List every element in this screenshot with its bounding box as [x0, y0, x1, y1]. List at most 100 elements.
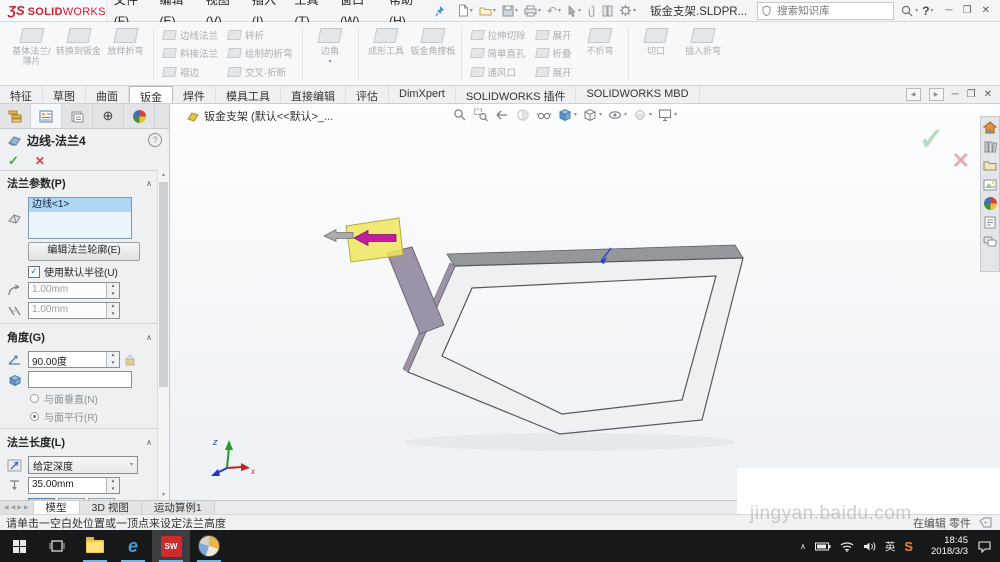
file-explorer-taskbar-button[interactable] [76, 530, 114, 562]
face-selection-field[interactable] [28, 371, 132, 388]
edge-taskbar-button[interactable]: e [114, 530, 152, 562]
tab-sketch[interactable]: 草图 [43, 86, 86, 103]
panel-scrollbar[interactable]: ▲ ▼ [157, 170, 169, 500]
custom-properties-icon[interactable] [983, 215, 998, 230]
tab-solidworks-addins[interactable]: SOLIDWORKS 插件 [456, 86, 577, 103]
ime-indicator[interactable]: 英 [885, 539, 896, 554]
file-properties-button[interactable] [600, 4, 615, 18]
button-forming-tool[interactable]: 成形工具 [363, 24, 410, 83]
tray-chevron-icon[interactable]: ∧ [800, 542, 806, 551]
section-flange-parameters[interactable]: 法兰参数(P) ∧ [0, 170, 158, 194]
tab-feature-manager[interactable] [0, 104, 31, 128]
knowledge-search-box[interactable] [757, 1, 895, 20]
tab-display-manager[interactable] [124, 104, 155, 128]
help-icon[interactable]: ? [148, 133, 162, 147]
hide-show-items-button[interactable]: ▾ [607, 107, 627, 123]
zoom-to-area-button[interactable] [473, 107, 489, 123]
print-button[interactable]: ▾ [522, 4, 543, 18]
radio-perpendicular-to-face[interactable]: 与面垂直(N) [30, 391, 158, 406]
tab-sheet-metal[interactable]: 钣金 [129, 86, 173, 104]
button-convert-to-sheet-metal[interactable]: 转换到钣金 [55, 24, 102, 83]
tab-scroll-right-button[interactable]: ▶ [928, 88, 944, 101]
tab-solidworks-mbd[interactable]: SOLIDWORKS MBD [576, 86, 700, 103]
selected-edge-item[interactable]: 边线<1> [29, 198, 131, 212]
button-fold[interactable]: 折叠 [534, 46, 572, 60]
button-rip[interactable]: 切口 [633, 24, 680, 83]
edge-selection-listbox[interactable]: 边线<1> [28, 197, 132, 239]
button-cross-break[interactable]: 交叉-折断 [227, 65, 293, 79]
options-button[interactable]: ▾ [617, 3, 638, 18]
button-lofted-bend[interactable]: 放样折弯 [102, 24, 149, 83]
nav-last-icon[interactable]: ▶ [24, 504, 29, 511]
button-miter-flange[interactable]: 斜接法兰 [162, 46, 218, 60]
search-input[interactable] [775, 3, 890, 18]
tab-mold-tools[interactable]: 模具工具 [216, 86, 281, 103]
button-corner[interactable]: 边角 ▾ [307, 24, 354, 83]
action-center-icon[interactable] [977, 540, 992, 553]
view-orientation-button[interactable]: ▾ [557, 107, 577, 123]
nav-next-icon[interactable]: ▶ [17, 504, 22, 511]
scroll-up-icon[interactable]: ▲ [158, 172, 169, 178]
design-library-icon[interactable] [983, 139, 998, 154]
button-extruded-cut[interactable]: 拉伸切除 [469, 28, 526, 42]
radio-parallel-to-face[interactable]: 与面平行(R) [30, 409, 158, 424]
angle-field[interactable]: 90.00度 ▲ ▼ [28, 351, 120, 368]
ok-button[interactable]: ✓ [8, 154, 19, 167]
file-explorer-icon[interactable] [983, 158, 998, 173]
scroll-down-icon[interactable]: ▼ [158, 492, 169, 498]
view-palette-icon[interactable] [983, 177, 998, 192]
battery-icon[interactable] [814, 542, 831, 551]
cancel-button[interactable]: ✕ [35, 155, 45, 167]
edit-appearance-button[interactable]: ▾ [632, 107, 652, 123]
rebuild-button[interactable] [585, 3, 598, 18]
button-sheet-metal-gusset[interactable]: 钣金角撑板 [410, 24, 457, 83]
restore-button[interactable]: ❐ [963, 5, 972, 16]
wifi-icon[interactable] [840, 541, 854, 552]
button-hem[interactable]: 褶边 [162, 65, 218, 79]
appearances-icon[interactable] [983, 196, 998, 211]
gap-distance-spinner[interactable]: ▲ ▼ [106, 303, 119, 318]
minimize-button[interactable]: ─ [946, 5, 953, 16]
close-button[interactable]: ✕ [982, 5, 990, 16]
pin-menu-icon[interactable] [435, 5, 446, 17]
zoom-to-fit-button[interactable] [452, 107, 468, 123]
new-document-button[interactable]: ▾ [456, 3, 475, 18]
tab-property-manager[interactable] [31, 104, 62, 128]
depth-field[interactable]: 35.00mm ▲ ▼ [28, 477, 120, 494]
doc-restore-button[interactable]: ❐ [967, 89, 976, 100]
edit-flange-profile-button[interactable]: 编辑法兰轮廓(E) [28, 242, 140, 261]
angle-spinner[interactable]: ▲ ▼ [106, 352, 119, 367]
section-flange-length[interactable]: 法兰长度(L) ∧ [0, 429, 158, 453]
button-base-flange-tab[interactable]: 基体法兰/薄片 [8, 24, 55, 83]
section-angle[interactable]: 角度(G) ∧ [0, 324, 158, 348]
button-no-bends[interactable]: 不折弯 [577, 24, 624, 83]
end-condition-dropdown[interactable]: 给定深度 ▾ [28, 456, 138, 474]
button-jog[interactable]: 转折 [227, 28, 293, 42]
tab-features[interactable]: 特征 [0, 86, 43, 103]
tab-surfaces[interactable]: 曲面 [86, 86, 129, 103]
tab-dimxpert-manager[interactable]: ⊕ [93, 104, 124, 128]
scrollbar-thumb[interactable] [159, 182, 168, 387]
undo-button[interactable]: ↶ ▾ [545, 3, 563, 19]
forum-icon[interactable] [983, 234, 998, 249]
section-view-button[interactable] [515, 107, 531, 123]
game-app-taskbar-button[interactable] [190, 530, 228, 562]
button-flatten[interactable]: 展开 [534, 65, 572, 79]
confirmation-corner-ok[interactable]: ✓ [919, 122, 944, 157]
select-button[interactable]: ▾ [565, 4, 583, 18]
solidworks-taskbar-button[interactable]: SW [152, 530, 190, 562]
view-settings-glasses-icon[interactable] [536, 107, 552, 123]
tab-direct-editing[interactable]: 直接编辑 [281, 86, 346, 103]
nav-first-icon[interactable]: ◀ [4, 504, 9, 511]
tab-3d-views[interactable]: 3D 视图 [79, 501, 142, 514]
tab-evaluate[interactable]: 评估 [346, 86, 389, 103]
doc-close-button[interactable]: ✕ [984, 89, 992, 100]
previous-view-button[interactable] [494, 107, 510, 123]
use-default-radius-checkbox[interactable]: ✓ [28, 265, 40, 278]
nav-prev-icon[interactable]: ◀ [11, 504, 16, 511]
document-tab[interactable]: 钣金支架 (默认<<默认>_... [186, 108, 333, 124]
bend-radius-spinner[interactable]: ▲ ▼ [106, 283, 119, 298]
button-insert-bends[interactable]: 插入折弯 [680, 24, 727, 83]
help-button[interactable]: ? ▾ [920, 3, 935, 19]
gap-distance-field[interactable]: 1.00mm ▲ ▼ [28, 302, 120, 319]
